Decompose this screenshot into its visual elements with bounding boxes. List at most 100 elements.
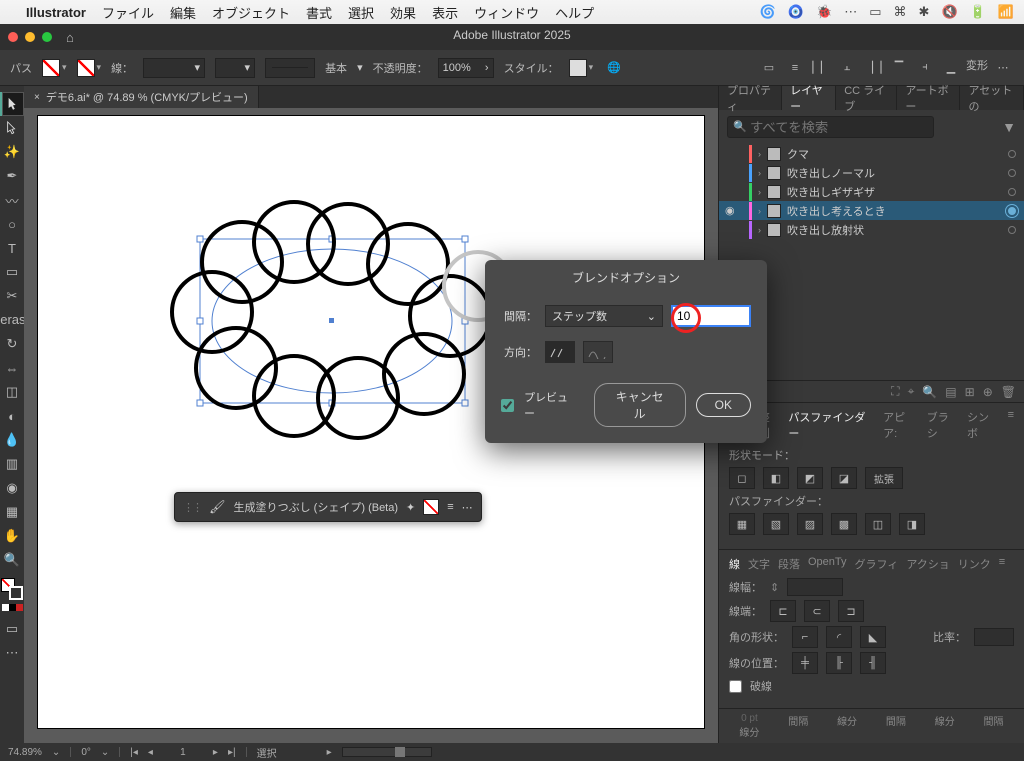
direct-selection-tool[interactable] — [0, 116, 24, 140]
rotate-value[interactable]: 0° — [81, 747, 91, 758]
cap-round-icon[interactable]: ⊂ — [804, 600, 830, 622]
panel-menu-icon[interactable]: ≡ — [1008, 409, 1014, 441]
ctx-menu-icon[interactable]: ⋯ — [462, 501, 473, 514]
close-window-button[interactable] — [8, 32, 18, 42]
brush-preview[interactable] — [265, 58, 315, 78]
preview-checkbox[interactable] — [501, 399, 514, 412]
miter-limit[interactable] — [974, 628, 1014, 646]
zoom-value[interactable]: 74.89% — [8, 747, 42, 758]
doc-tab[interactable]: × デモ6.ai* @ 74.89 % (CMYK/プレビュー) — [24, 86, 259, 108]
blend-tool[interactable]: ◉ — [0, 476, 24, 500]
menu-file[interactable]: ファイル — [102, 3, 154, 22]
magic-wand-tool[interactable]: ✨ — [0, 140, 24, 164]
trim-icon[interactable]: ▧ — [763, 513, 789, 535]
scissors-tool[interactable]: ✂ — [0, 284, 24, 308]
align-hc-icon[interactable]: ⫠ — [836, 57, 858, 79]
target-icon[interactable] — [1008, 207, 1016, 215]
default-colors[interactable] — [2, 604, 23, 611]
align-vc-icon[interactable]: ⫞ — [914, 57, 936, 79]
menu-object[interactable]: オブジェクト — [212, 3, 290, 22]
mac-menubar[interactable]: Illustrator ファイル 編集 オブジェクト 書式 選択 効果 表示 ウ… — [0, 0, 1024, 24]
stroke-weight-select[interactable]: ▾ — [143, 58, 205, 78]
visibility-icon[interactable]: ◉ — [725, 204, 735, 217]
cap-square-icon[interactable]: ⊐ — [838, 600, 864, 622]
align-center-icon[interactable]: ╪ — [792, 652, 818, 674]
menu-view[interactable]: 表示 — [432, 3, 458, 22]
menu-help[interactable]: ヘルプ — [555, 3, 594, 22]
eyedropper-tool[interactable]: 💧 — [0, 428, 24, 452]
layer-row[interactable]: ◉ › 吹き出し考えるとき — [719, 201, 1024, 220]
tab-para[interactable]: 段落 — [778, 556, 800, 572]
target-icon[interactable] — [1008, 226, 1016, 234]
ok-button[interactable]: OK — [696, 393, 751, 417]
tab-artboards[interactable]: アートボー — [897, 86, 960, 110]
panel-menu-icon[interactable]: ≡ — [999, 556, 1005, 572]
mask-icon[interactable]: ▤ — [945, 385, 956, 399]
contextual-taskbar[interactable]: ⋮⋮ 🖌 生成塗りつぶし (シェイプ) (Beta) ✦ ≡ ⋯ — [174, 492, 482, 522]
join-miter-icon[interactable]: ⌐ — [792, 626, 818, 648]
spacing-select[interactable]: ステップ数⌄ — [545, 305, 663, 327]
tab-graphic[interactable]: グラフィ — [855, 556, 899, 572]
edit-toolbar[interactable]: ⋯ — [0, 641, 24, 665]
outline-icon[interactable]: ◫ — [865, 513, 891, 535]
align-left-icon[interactable]: ▏▏ — [810, 57, 832, 79]
menu-select[interactable]: 選択 — [348, 3, 374, 22]
tab-cclib[interactable]: CC ライブ — [836, 86, 897, 110]
exclude-icon[interactable]: ◪ — [831, 467, 857, 489]
tab-links[interactable]: リンク — [958, 556, 991, 572]
artboard-nav-next-icon[interactable]: ▸ — [213, 747, 218, 758]
selection-tool[interactable] — [0, 92, 24, 116]
crop-pf-icon[interactable]: ▩ — [831, 513, 857, 535]
dashed-checkbox[interactable] — [729, 680, 742, 693]
magic-icon[interactable]: ✦ — [406, 501, 415, 514]
shape-builder-tool[interactable]: ◐ — [0, 404, 24, 428]
home-icon[interactable]: ⌂ — [66, 30, 74, 45]
menu-effect[interactable]: 効果 — [390, 3, 416, 22]
layer-row[interactable]: › 吹き出しギザギザ — [719, 182, 1024, 201]
align-top-icon[interactable]: ▔ — [888, 57, 910, 79]
tab-char[interactable]: 文字 — [748, 556, 770, 572]
curvature-tool[interactable]: 〰 — [0, 188, 24, 212]
tab-layers[interactable]: レイヤー — [782, 86, 836, 110]
rotate-tool[interactable]: ↻ — [0, 332, 24, 356]
trash-icon[interactable]: 🗑 — [1001, 385, 1016, 399]
filter-icon[interactable]: ▼ — [1002, 119, 1016, 135]
join-bevel-icon[interactable]: ◣ — [860, 626, 886, 648]
drag-handle-icon[interactable]: ⋮⋮ — [183, 501, 201, 514]
layer-row[interactable]: › 吹き出しノーマル — [719, 163, 1024, 182]
gen-fill-label[interactable]: 生成塗りつぶし (シェイプ) (Beta) — [234, 499, 399, 515]
pref-icon[interactable]: ≡ — [784, 57, 806, 79]
new-layer-icon[interactable]: ⊕ — [983, 385, 993, 399]
tab-pathfinder[interactable]: パスファインダー — [788, 409, 875, 441]
width-tool[interactable]: ⇔ — [0, 356, 24, 380]
artboard-nav-last-icon[interactable]: ▸| — [228, 747, 236, 758]
align-inside-icon[interactable]: ╟ — [826, 652, 852, 674]
minimize-window-button[interactable] — [25, 32, 35, 42]
ctx-fill-swatch[interactable] — [423, 499, 439, 515]
app-name[interactable]: Illustrator — [26, 5, 86, 20]
minus-back-icon[interactable]: ◨ — [899, 513, 925, 535]
expand-button[interactable]: 拡張 — [865, 467, 903, 489]
target-icon[interactable] — [1008, 188, 1016, 196]
doc-setup-icon[interactable]: ▭ — [758, 57, 780, 79]
target-icon[interactable] — [1008, 150, 1016, 158]
orient-page-icon[interactable] — [545, 341, 575, 363]
rect-tool[interactable]: ▭ — [0, 260, 24, 284]
menu-type[interactable]: 書式 — [306, 3, 332, 22]
cap-butt-icon[interactable]: ⊏ — [770, 600, 796, 622]
screen-mode[interactable]: ▭ — [0, 617, 24, 641]
type-tool[interactable]: T — [0, 236, 24, 260]
menu-edit[interactable]: 編集 — [170, 3, 196, 22]
vsp-select[interactable]: ▾ — [215, 58, 255, 78]
tab-opentype[interactable]: OpenTy — [808, 556, 847, 572]
tab-symbols[interactable]: シンボ — [967, 409, 1000, 441]
tab-assets[interactable]: アセットの — [960, 86, 1024, 110]
zoom-tool[interactable]: 🔍 — [0, 548, 24, 572]
align-bottom-icon[interactable]: ▁ — [940, 57, 962, 79]
intersect-icon[interactable]: ◩ — [797, 467, 823, 489]
layer-row[interactable]: › 吹き出し放射状 — [719, 220, 1024, 239]
locate-icon[interactable]: ⌖ — [908, 384, 915, 399]
fill-stroke-control[interactable] — [1, 578, 23, 600]
tab-stroke[interactable]: 線 — [729, 556, 740, 572]
tab-brushes[interactable]: ブラシ — [927, 409, 959, 441]
